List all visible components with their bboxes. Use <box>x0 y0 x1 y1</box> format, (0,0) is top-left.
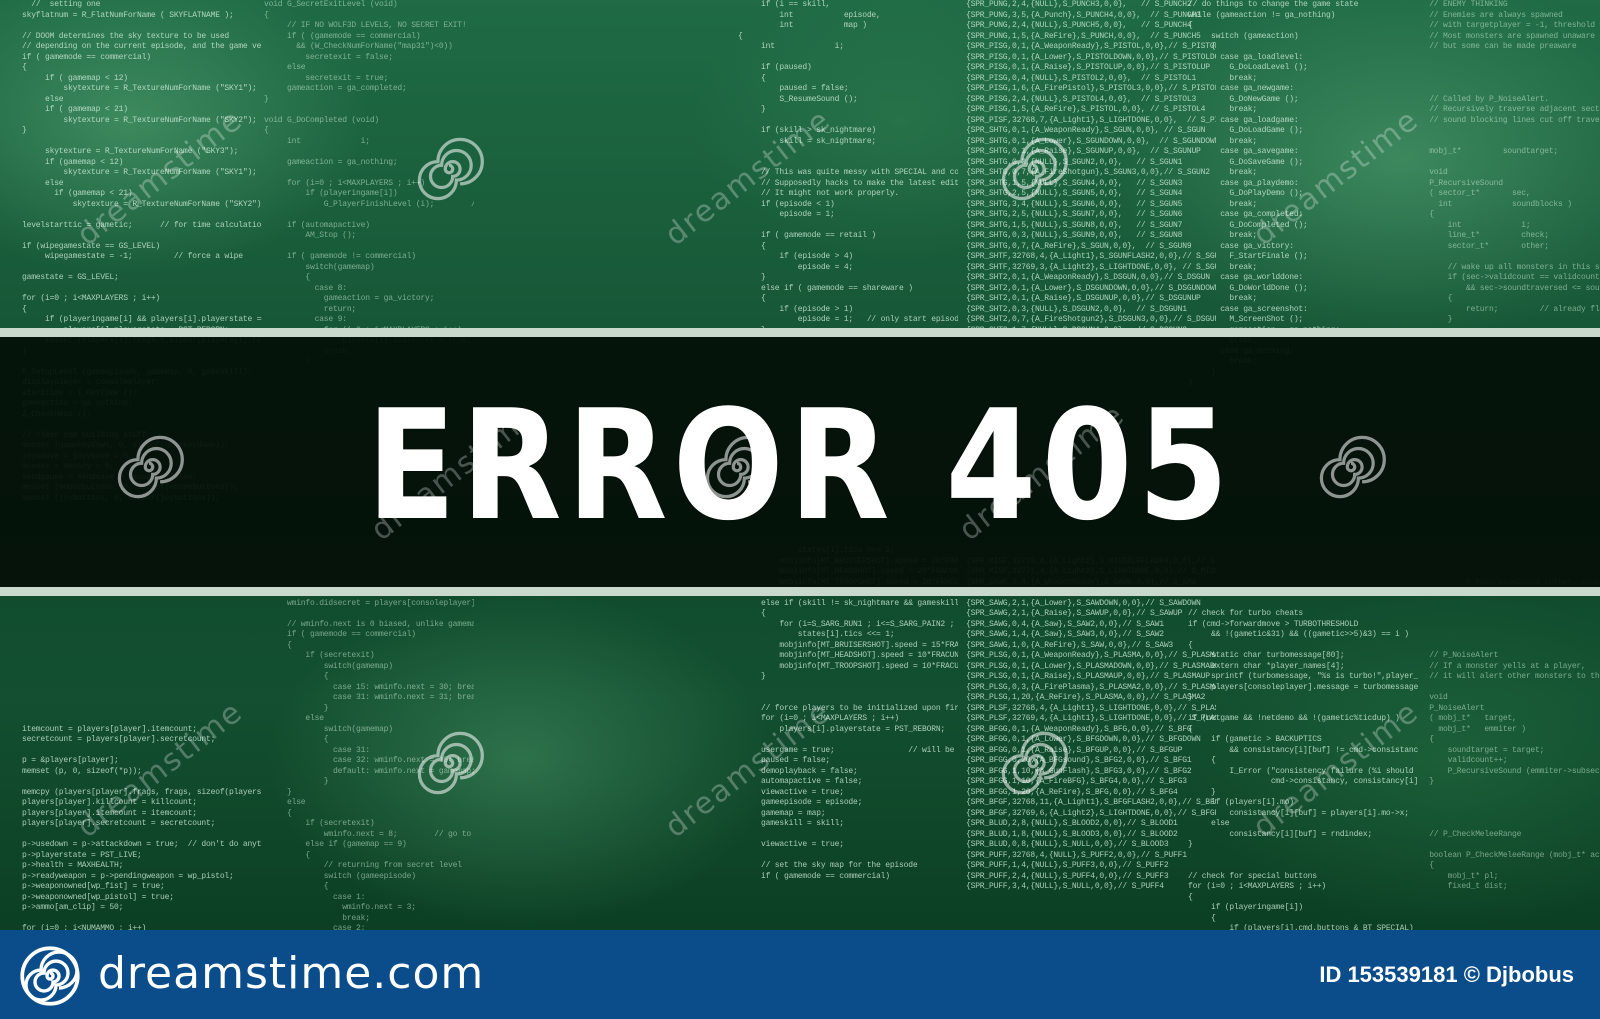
footer-brand: dreamstime.com <box>98 948 485 999</box>
image-credit: ID 153539181 © Djbobus <box>1319 960 1574 990</box>
spiral-icon <box>417 137 484 201</box>
spiral-icon <box>1319 435 1386 499</box>
copyright-author: © Djbobus <box>1463 962 1574 987</box>
banner-bottom-border <box>0 587 1600 596</box>
banner-top-border <box>0 328 1600 337</box>
spiral-logo-icon <box>20 946 80 1006</box>
error-405-image: // setting one skyflatnum = R_FlatNumFor… <box>0 0 1600 1019</box>
spiral-icon <box>417 731 484 795</box>
spiral-icon <box>117 435 184 499</box>
image-id: ID 153539181 <box>1319 962 1458 987</box>
spiral-icon <box>705 435 772 499</box>
spiral-icon <box>1001 731 1068 795</box>
spiral-icon <box>1001 137 1068 201</box>
stock-footer: dreamstime.com ID 153539181 © Djbobus <box>0 930 1600 1019</box>
